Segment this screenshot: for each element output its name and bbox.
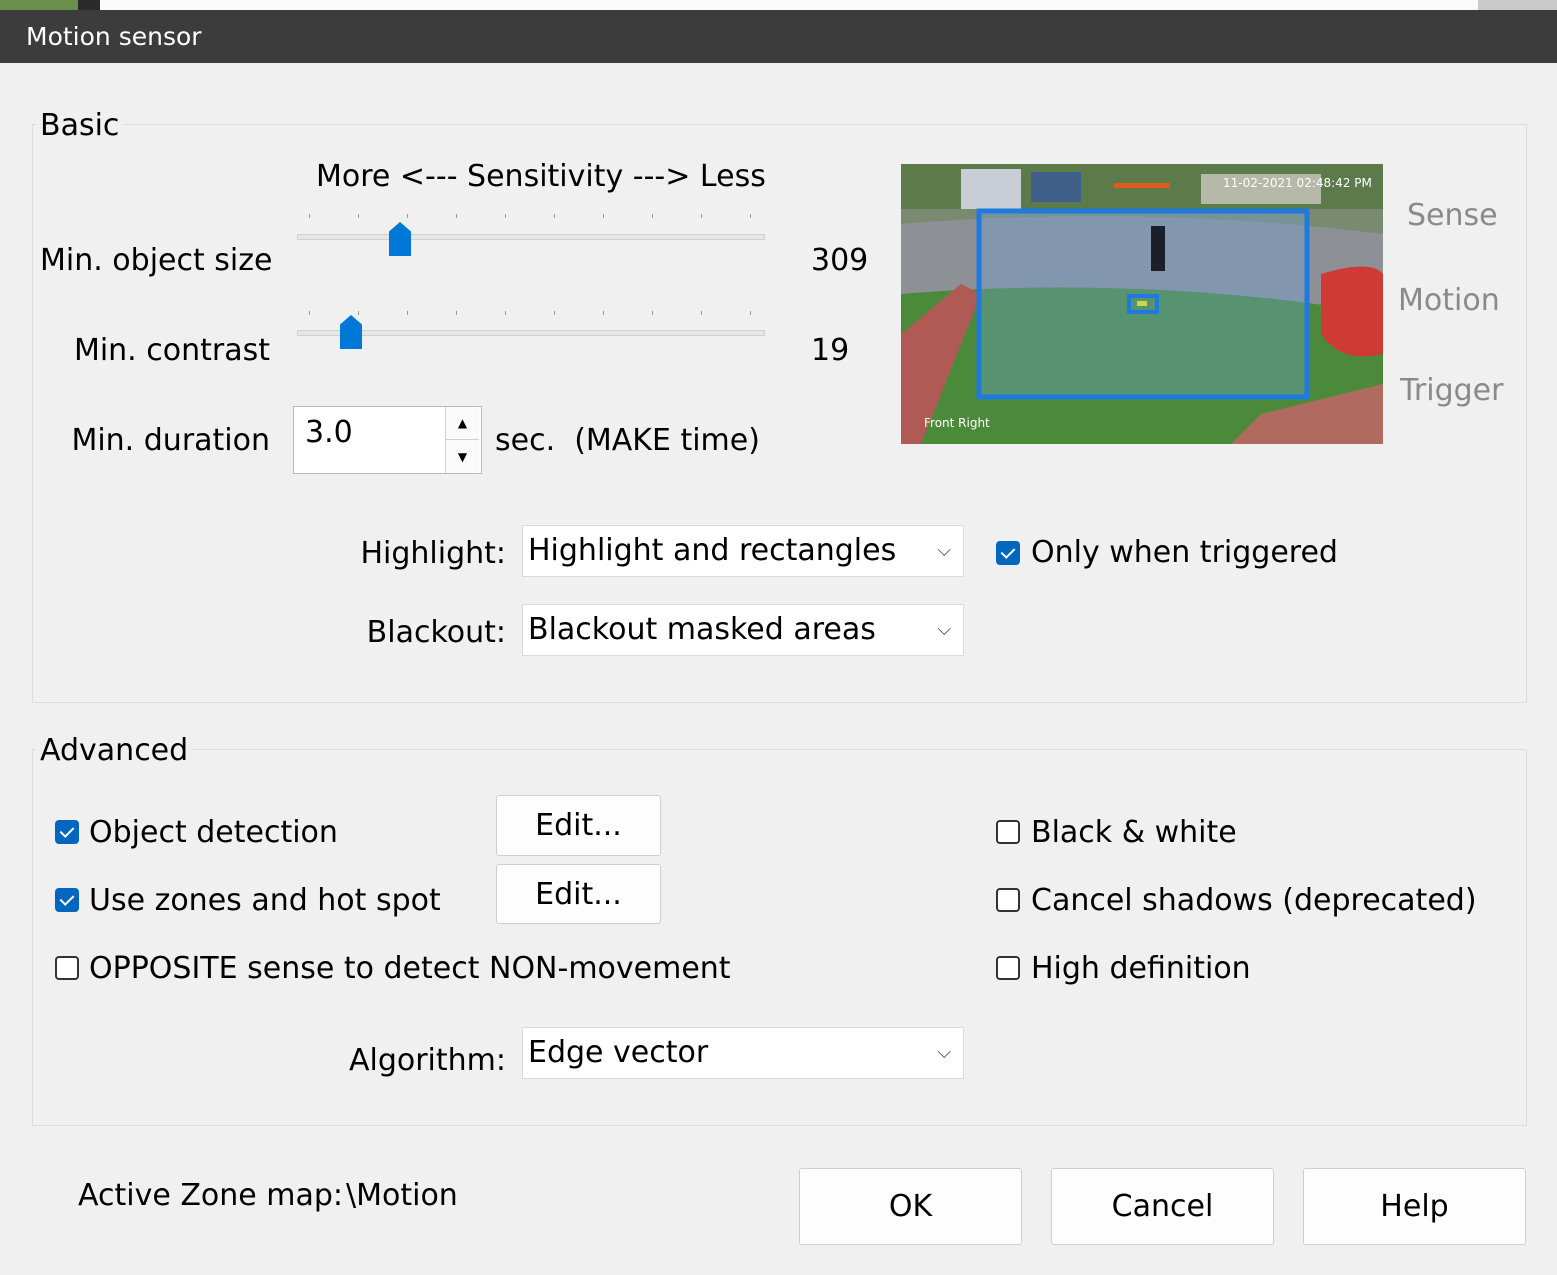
dialog-title: Motion sensor [26, 22, 202, 51]
advanced-group-legend: Advanced [36, 733, 193, 769]
cancel-button[interactable]: Cancel [1051, 1168, 1274, 1245]
background-window-strip [0, 0, 1557, 10]
use-zones-label[interactable]: Use zones and hot spot [89, 883, 441, 919]
min-duration-spinner[interactable]: 3.0 ▲ ▼ [293, 406, 482, 474]
min-duration-unit: sec. (MAKE time) [495, 423, 760, 458]
only-when-triggered-checkbox[interactable] [996, 541, 1020, 565]
preview-camera-name: Front Right [924, 416, 990, 430]
blackout-label: Blackout: [366, 615, 506, 650]
sensitivity-header: More <--- Sensitivity ---> Less [316, 159, 766, 194]
min-contrast-thumb[interactable] [340, 315, 362, 349]
object-detection-label[interactable]: Object detection [89, 815, 338, 851]
use-zones-edit-button[interactable]: Edit... [496, 864, 661, 924]
spin-down-button[interactable]: ▼ [445, 440, 479, 473]
highlight-dropdown[interactable]: Highlight and rectangles ⌵ [522, 525, 964, 577]
opposite-sense-label[interactable]: OPPOSITE sense to detect NON-movement [89, 951, 731, 987]
motion-indicator: Motion [1398, 283, 1500, 318]
spin-up-icon: ▲ [457, 416, 468, 430]
ok-button[interactable]: OK [799, 1168, 1022, 1245]
min-object-size-track [297, 234, 765, 240]
highlight-selected: Highlight and rectangles [528, 533, 897, 568]
min-contrast-label: Min. contrast [73, 333, 270, 368]
blackout-dropdown[interactable]: Blackout masked areas ⌵ [522, 604, 964, 656]
trigger-indicator: Trigger [1400, 373, 1504, 408]
chevron-down-icon: ⌵ [937, 540, 951, 561]
cancel-shadows-label[interactable]: Cancel shadows (deprecated) [1031, 883, 1477, 919]
object-detection-checkbox[interactable] [55, 820, 79, 844]
active-zone-label: Active Zone map: [78, 1178, 344, 1213]
min-contrast-track [297, 330, 765, 336]
active-zone-value: \Motion [346, 1178, 458, 1213]
blackout-selected: Blackout masked areas [528, 612, 876, 647]
min-duration-input[interactable]: 3.0 [305, 415, 353, 451]
only-when-triggered-label[interactable]: Only when triggered [1031, 535, 1338, 571]
camera-preview[interactable]: 11-02-2021 02:48:42 PM Front Right [901, 164, 1383, 444]
camera-preview-image [901, 164, 1383, 444]
min-contrast-value: 19 [811, 333, 850, 368]
black-white-label[interactable]: Black & white [1031, 815, 1237, 851]
chevron-down-icon: ⌵ [937, 619, 951, 640]
highlight-label: Highlight: [360, 536, 506, 571]
object-detection-edit-button[interactable]: Edit... [496, 795, 661, 856]
algorithm-dropdown[interactable]: Edge vector ⌵ [522, 1027, 964, 1079]
algorithm-selected: Edge vector [528, 1035, 709, 1070]
high-definition-checkbox[interactable] [996, 956, 1020, 980]
opposite-sense-checkbox[interactable] [55, 956, 79, 980]
spin-down-icon: ▼ [457, 449, 468, 464]
spin-up-button[interactable]: ▲ [445, 407, 479, 440]
basic-group-legend: Basic [36, 108, 124, 144]
dialog-title-bar[interactable]: Motion sensor [0, 10, 1557, 63]
min-duration-label: Min. duration [71, 423, 270, 458]
preview-timestamp: 11-02-2021 02:48:42 PM [1223, 176, 1372, 190]
min-object-size-value: 309 [811, 243, 869, 278]
cancel-shadows-checkbox[interactable] [996, 888, 1020, 912]
min-object-size-label: Min. object size [40, 243, 273, 278]
sense-indicator: Sense [1407, 198, 1498, 233]
chevron-down-icon: ⌵ [937, 1042, 951, 1063]
high-definition-label[interactable]: High definition [1031, 951, 1251, 987]
min-object-size-thumb[interactable] [389, 222, 411, 256]
use-zones-checkbox[interactable] [55, 888, 79, 912]
min-contrast-slider[interactable] [297, 303, 765, 353]
min-object-size-slider[interactable] [297, 208, 765, 258]
black-white-checkbox[interactable] [996, 820, 1020, 844]
algorithm-label: Algorithm: [348, 1043, 506, 1078]
help-button[interactable]: Help [1303, 1168, 1526, 1245]
